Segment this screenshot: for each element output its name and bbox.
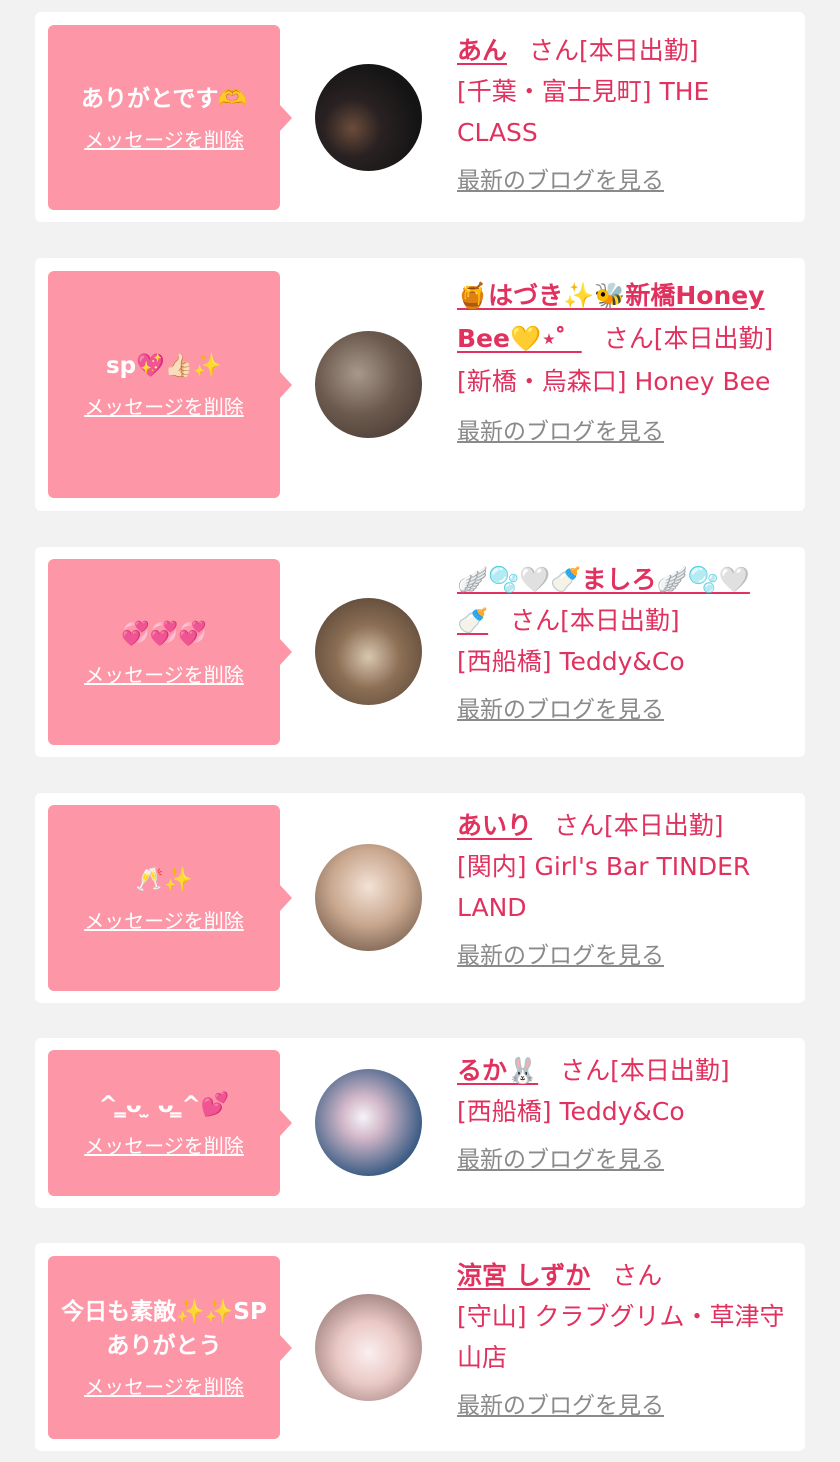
delete-message-link[interactable]: メッセージを削除 xyxy=(84,124,244,153)
message-bubble: 今日も素敵✨✨SPありがとう メッセージを削除 xyxy=(48,1256,292,1439)
latest-blog-link[interactable]: 最新のブログを見る xyxy=(457,1140,664,1181)
avatar[interactable] xyxy=(315,1294,422,1401)
message-bubble: ^ ̳ᴗ ̫ ᴗ ̳^💕 メッセージを削除 xyxy=(48,1050,292,1196)
shop-name: [関内] Girl's Bar TINDER LAND xyxy=(457,852,751,922)
shop-name: [千葉・富士見町] THE CLASS xyxy=(457,77,710,147)
avatar[interactable] xyxy=(315,1069,422,1176)
latest-blog-link[interactable]: 最新のブログを見る xyxy=(457,1386,664,1427)
avatar[interactable] xyxy=(315,331,422,438)
cast-info: るか🐰 さん[本日出勤] [西船橋] Teddy&Co 最新のブログを見る xyxy=(457,1050,795,1181)
message-card: 💞💞💞 メッセージを削除 🪽🫧🤍🍼ましろ🪽🫧🤍🍼 さん[本日出勤] [西船橋] T… xyxy=(35,547,805,757)
cast-name-link[interactable]: あん xyxy=(457,36,507,65)
shop-name: [新橋・烏森口] Honey Bee xyxy=(457,367,771,396)
message-card: sp💖👍🏻✨ メッセージを削除 🍯はづき✨🐝新橋Honey Bee💛⋆゜ さん[本… xyxy=(35,258,805,511)
cast-name-link[interactable]: るか🐰 xyxy=(457,1056,538,1085)
delete-message-link[interactable]: メッセージを削除 xyxy=(84,1130,244,1159)
message-card: 🥂✨ メッセージを削除 あいり さん[本日出勤] [関内] Girl's Bar … xyxy=(35,793,805,1003)
message-text: 今日も素敵✨✨SPありがとう xyxy=(61,1299,267,1359)
cast-name-link[interactable]: あいり xyxy=(457,811,532,840)
delete-message-link[interactable]: メッセージを削除 xyxy=(84,905,244,934)
message-text: ありがとです🫶 xyxy=(81,86,247,112)
delete-message-link[interactable]: メッセージを削除 xyxy=(84,391,244,420)
latest-blog-link[interactable]: 最新のブログを見る xyxy=(457,411,664,454)
message-bubble: ありがとです🫶 メッセージを削除 xyxy=(48,25,292,210)
message-card: 今日も素敵✨✨SPありがとう メッセージを削除 涼宮 しずか さん [守山] クラ… xyxy=(35,1243,805,1451)
cast-status: さん[本日出勤] xyxy=(529,36,699,65)
cast-status: さん[本日出勤] xyxy=(510,606,680,635)
avatar[interactable] xyxy=(315,844,422,951)
message-bubble: sp💖👍🏻✨ メッセージを削除 xyxy=(48,271,292,498)
delete-message-link[interactable]: メッセージを削除 xyxy=(84,1371,244,1400)
message-text: ^ ̳ᴗ ̫ ᴗ ̳^💕 xyxy=(98,1091,230,1118)
cast-status: さん[本日出勤] xyxy=(560,1056,730,1085)
cast-name-link[interactable]: 涼宮 しずか xyxy=(457,1261,590,1290)
latest-blog-link[interactable]: 最新のブログを見る xyxy=(457,161,664,202)
cast-info: 🍯はづき✨🐝新橋Honey Bee💛⋆゜ さん[本日出勤] [新橋・烏森口] Ho… xyxy=(457,274,795,454)
shop-name: [西船橋] Teddy&Co xyxy=(457,1097,685,1126)
cast-status: さん[本日出勤] xyxy=(603,324,774,353)
avatar[interactable] xyxy=(315,598,422,705)
cast-info: あん さん[本日出勤] [千葉・富士見町] THE CLASS 最新のブログを見る xyxy=(457,30,795,202)
cast-info: 🪽🫧🤍🍼ましろ🪽🫧🤍🍼 さん[本日出勤] [西船橋] Teddy&Co 最新のブロ… xyxy=(457,559,795,731)
cast-status: さん xyxy=(612,1261,663,1290)
latest-blog-link[interactable]: 最新のブログを見る xyxy=(457,690,664,731)
message-card: ありがとです🫶 メッセージを削除 あん さん[本日出勤] [千葉・富士見町] TH… xyxy=(35,12,805,222)
message-text: 🥂✨ xyxy=(135,866,193,893)
delete-message-link[interactable]: メッセージを削除 xyxy=(84,659,244,688)
cast-info: あいり さん[本日出勤] [関内] Girl's Bar TINDER LAND … xyxy=(457,805,795,977)
cast-info: 涼宮 しずか さん [守山] クラブグリム・草津守山店 最新のブログを見る xyxy=(457,1255,795,1427)
shop-name: [守山] クラブグリム・草津守山店 xyxy=(457,1302,785,1372)
message-bubble: 💞💞💞 メッセージを削除 xyxy=(48,559,292,745)
message-text: sp💖👍🏻✨ xyxy=(105,353,223,379)
message-text: 💞💞💞 xyxy=(121,620,207,647)
cast-status: さん[本日出勤] xyxy=(554,811,724,840)
avatar[interactable] xyxy=(315,64,422,171)
shop-name: [西船橋] Teddy&Co xyxy=(457,647,685,676)
message-card: ^ ̳ᴗ ̫ ᴗ ̳^💕 メッセージを削除 るか🐰 さん[本日出勤] [西船橋] … xyxy=(35,1038,805,1208)
latest-blog-link[interactable]: 最新のブログを見る xyxy=(457,936,664,977)
message-bubble: 🥂✨ メッセージを削除 xyxy=(48,805,292,991)
